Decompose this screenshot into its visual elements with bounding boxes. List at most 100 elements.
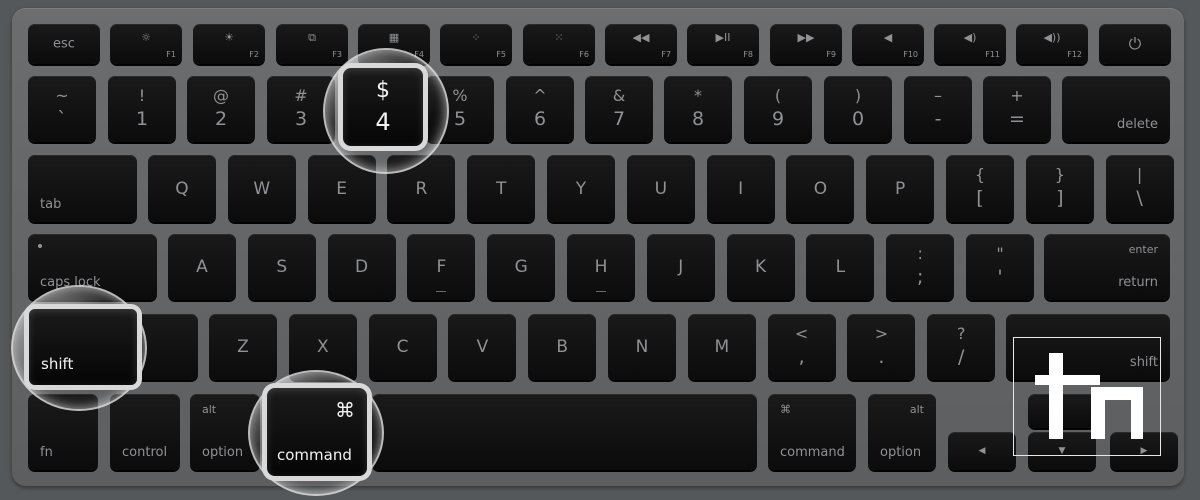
key-legend: P xyxy=(895,178,906,199)
key-legend-bottom: 6 xyxy=(533,108,547,130)
key-w[interactable]: W xyxy=(227,155,296,222)
key-legend: W xyxy=(253,178,271,199)
key-h[interactable]: H xyxy=(567,234,635,300)
key-1[interactable]: ! 1 xyxy=(108,76,176,142)
key-legend: D xyxy=(355,257,369,277)
key-legend-bottom: 7 xyxy=(612,108,626,130)
command-key-magnified[interactable]: ⌘ command xyxy=(267,388,367,476)
key-legend-bottom: ` xyxy=(57,108,67,130)
key-option[interactable]: alt option xyxy=(868,394,936,470)
key-blank[interactable]: }] xyxy=(1025,155,1094,222)
key-blank[interactable]: ~ ` xyxy=(28,76,96,142)
key-o[interactable]: O xyxy=(786,155,855,222)
key-blank[interactable]: – - xyxy=(904,76,972,142)
key-s[interactable]: S xyxy=(247,234,316,300)
key-blank[interactable]: :; xyxy=(886,234,955,300)
key-legend: V xyxy=(476,337,489,357)
key-legend: O xyxy=(813,178,828,199)
key-blank[interactable]: | \ xyxy=(1105,155,1174,222)
key-command[interactable]: ⌘ command xyxy=(768,394,856,470)
key-blank[interactable]: <, xyxy=(767,314,836,380)
key-m[interactable]: M xyxy=(687,314,756,380)
key-q[interactable]: Q xyxy=(148,155,216,222)
key-f7[interactable]: ◀◀ F7 xyxy=(605,24,677,64)
key-legend: F3 xyxy=(332,50,342,59)
key-f5[interactable]: ⁘ F5 xyxy=(440,24,512,64)
key-9[interactable]: (9 xyxy=(744,76,812,142)
key-l[interactable]: L xyxy=(806,234,875,300)
key-legend-bottom: 2 xyxy=(214,108,228,130)
key-legend: option xyxy=(880,445,922,460)
key-0[interactable]: ) 0 xyxy=(824,76,892,142)
key-f1[interactable]: ☼ F1 xyxy=(110,24,182,64)
key-legend: F5 xyxy=(496,50,506,59)
key-control[interactable]: control xyxy=(110,394,180,470)
key-blank[interactable]: ? / xyxy=(927,314,996,380)
brightness-up-icon: ☀ xyxy=(224,31,234,44)
key-legend: H xyxy=(594,257,608,277)
key-tab[interactable]: tab xyxy=(28,155,137,222)
key-4-magnified[interactable]: $ 4 xyxy=(343,68,423,146)
key-i[interactable]: I xyxy=(706,155,775,222)
key-f3[interactable]: ⧉ F3 xyxy=(276,24,348,64)
key-f10[interactable]: ◀ F10 xyxy=(852,24,924,64)
key-blank[interactable]: >. xyxy=(847,314,916,380)
key-n[interactable]: N xyxy=(608,314,676,380)
key-return[interactable]: enter return xyxy=(1044,234,1170,300)
key-legend-bottom: , xyxy=(798,346,805,368)
key-legend: F xyxy=(436,257,447,277)
key-legend: S xyxy=(276,257,288,277)
key-z[interactable]: Z xyxy=(209,314,277,380)
key-legend-top: < xyxy=(794,324,809,343)
key-x[interactable]: X xyxy=(288,314,357,380)
key-8[interactable]: * 8 xyxy=(664,76,732,142)
magnifier-lens-shift: shift xyxy=(13,287,145,409)
power-icon: ⏻ xyxy=(1128,34,1142,53)
key-arrow-left[interactable]: ◀ xyxy=(948,432,1016,470)
key-g[interactable]: G xyxy=(487,234,556,300)
key-t[interactable]: T xyxy=(467,155,536,222)
key-power[interactable]: ⏻ xyxy=(1099,24,1171,64)
key-j[interactable]: J xyxy=(646,234,715,300)
key-legend: B xyxy=(556,337,569,357)
key-u[interactable]: U xyxy=(626,155,695,222)
home-row-bump xyxy=(436,291,447,292)
key-legend-top: @ xyxy=(213,86,229,105)
key-legend-top: ? xyxy=(956,324,966,343)
key-v[interactable]: V xyxy=(448,314,517,380)
brand-logo xyxy=(1013,337,1161,456)
key-f9[interactable]: ▶▶ F9 xyxy=(770,24,842,64)
key-a[interactable]: A xyxy=(168,234,236,300)
key-f[interactable]: F xyxy=(407,234,476,300)
key-legend: tab xyxy=(40,197,62,212)
key-f6[interactable]: ⁙ F6 xyxy=(523,24,595,64)
key-blank[interactable]: {[ xyxy=(946,155,1014,222)
key-k[interactable]: K xyxy=(726,234,795,300)
key-legend-top: { xyxy=(974,165,986,184)
key-blank[interactable] xyxy=(372,394,757,470)
key-legend-top: ~ xyxy=(55,86,69,105)
key-f11[interactable]: ◀) F11 xyxy=(934,24,1006,64)
key-6[interactable]: ^ 6 xyxy=(506,76,574,142)
key-2[interactable]: @2 xyxy=(187,76,255,142)
key-legend: F6 xyxy=(579,50,589,59)
shift-key-magnified[interactable]: shift xyxy=(29,309,137,385)
key-f12[interactable]: ◀)) F12 xyxy=(1016,24,1088,64)
key-legend: J xyxy=(678,257,684,277)
key-f2[interactable]: ☀ F2 xyxy=(193,24,265,64)
key-p[interactable]: P xyxy=(866,155,935,222)
volume-down-icon: ◀) xyxy=(963,31,977,44)
key-y[interactable]: Y xyxy=(547,155,615,222)
fast-forward-icon: ▶▶ xyxy=(797,31,815,44)
key-legend-small: enter xyxy=(1128,243,1158,256)
key-b[interactable]: B xyxy=(528,314,597,380)
key-d[interactable]: D xyxy=(327,234,396,300)
key-7[interactable]: & 7 xyxy=(585,76,653,142)
key-delete[interactable]: delete xyxy=(1062,76,1170,142)
key-esc[interactable]: esc xyxy=(28,24,100,64)
key-blank[interactable]: + = xyxy=(983,76,1051,142)
magnifier-lens-command: ⌘ command xyxy=(250,372,382,494)
key-f8[interactable]: ▶II F8 xyxy=(687,24,759,64)
key-c[interactable]: C xyxy=(368,314,437,380)
key-blank[interactable]: " ' xyxy=(966,234,1034,300)
